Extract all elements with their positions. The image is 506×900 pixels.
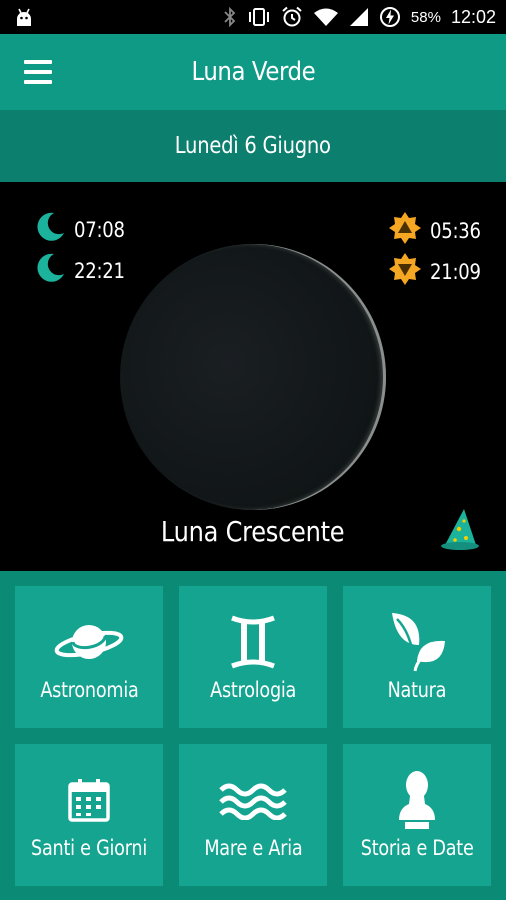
battery-charging-icon	[379, 6, 401, 28]
moon-image	[120, 244, 386, 510]
tile-astrologia[interactable]: Astrologia	[179, 586, 327, 728]
bust-icon	[343, 766, 491, 834]
moon-phase: Luna Crescente	[161, 515, 345, 548]
status-bar: 58% 12:02	[0, 0, 506, 34]
sunrise-row: 05:36	[388, 211, 489, 250]
wizard-hat-icon[interactable]	[440, 507, 480, 551]
planet-icon	[15, 608, 163, 676]
clock: 12:02	[450, 6, 496, 27]
bluetooth-icon	[223, 7, 237, 27]
sunset-row: 21:09	[388, 252, 489, 291]
moonset-icon	[34, 252, 66, 289]
sunrise-time: 05:36	[430, 218, 481, 243]
current-date: Lunedì 6 Giugno	[175, 133, 331, 159]
tile-astronomia[interactable]: Astronomia	[15, 586, 163, 728]
tile-label: Astrologia	[210, 678, 296, 702]
hamburger-menu-icon[interactable]	[24, 60, 52, 84]
sunset-time: 21:09	[430, 259, 481, 284]
gemini-icon	[179, 608, 327, 676]
moonrise-time: 07:08	[74, 217, 125, 242]
tile-label: Storia e Date	[360, 836, 474, 860]
tile-natura[interactable]: Natura	[343, 586, 491, 728]
moonrise-row: 07:08	[34, 211, 133, 248]
vibrate-icon	[247, 7, 271, 27]
leaves-icon	[343, 608, 491, 676]
moonrise-icon	[34, 211, 66, 248]
tile-label: Mare e Aria	[203, 836, 303, 860]
sunset-icon	[388, 252, 422, 291]
waves-icon	[179, 766, 327, 834]
tile-mare-e-aria[interactable]: Mare e Aria	[179, 744, 327, 886]
sunrise-icon	[388, 211, 422, 250]
category-grid: Astronomia Astrologia Natura Santi e Gio…	[0, 571, 506, 900]
android-icon	[14, 7, 34, 27]
app-title: Luna Verde	[191, 57, 315, 87]
calendar-icon	[15, 766, 163, 834]
moonset-time: 22:21	[74, 258, 125, 283]
tile-label: Natura	[387, 678, 447, 702]
date-bar: Lunedì 6 Giugno	[0, 110, 506, 182]
tile-storia-e-date[interactable]: Storia e Date	[343, 744, 491, 886]
battery-percent: 58%	[410, 8, 441, 26]
signal-icon	[349, 7, 369, 27]
tile-label: Santi e Giorni	[31, 836, 147, 860]
app-bar: Luna Verde	[0, 34, 506, 110]
wifi-icon	[313, 7, 339, 27]
tile-label: Astronomia	[39, 678, 139, 702]
moon-panel: 07:08 22:21 05:36 21:09 Luna Crescente	[0, 182, 506, 571]
moonset-row: 22:21	[34, 252, 133, 289]
alarm-icon	[281, 6, 303, 28]
tile-santi-e-giorni[interactable]: Santi e Giorni	[15, 744, 163, 886]
